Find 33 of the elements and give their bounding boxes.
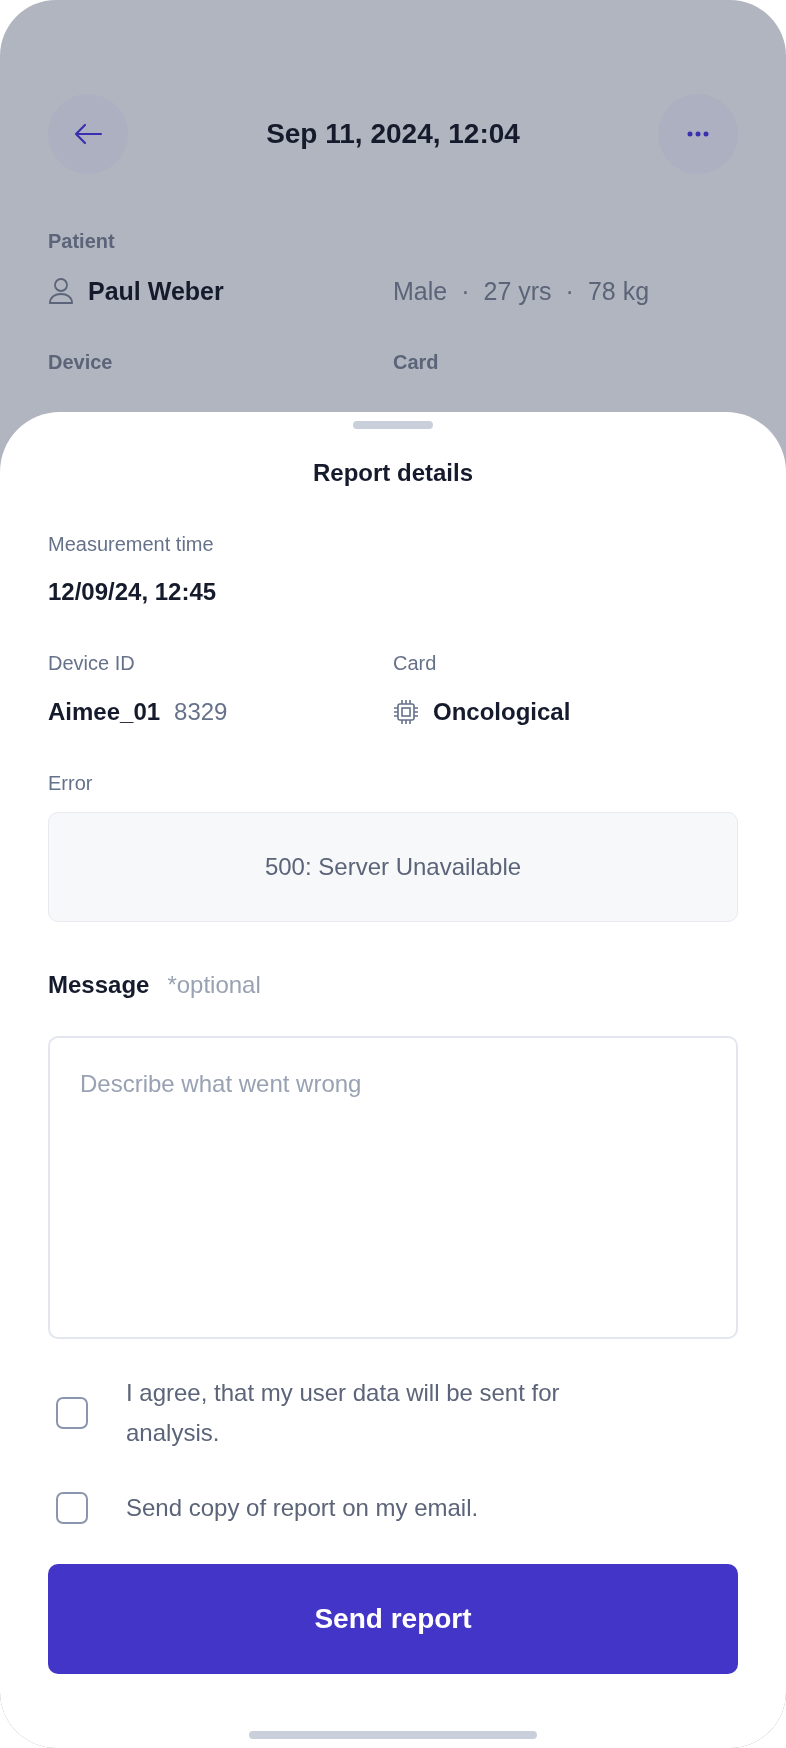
back-arrow-icon <box>73 122 103 146</box>
patient-detail: Male <box>393 276 448 306</box>
patient-name: Paul Weber <box>88 276 224 306</box>
card-name: Oncological <box>433 698 571 726</box>
send-report-button[interactable]: Send report <box>48 1564 738 1674</box>
chip-icon <box>393 699 419 725</box>
checkbox[interactable] <box>56 1397 88 1429</box>
field-label: Message <box>48 970 150 1000</box>
screen-title: Sep 11, 2024, 12:04 <box>266 118 520 150</box>
checkbox-label: I agree, that my user data will be sent for analysis. <box>126 1378 561 1448</box>
field-label: Patient <box>48 229 116 253</box>
field-label: Device <box>48 350 114 374</box>
field-label: Device ID <box>48 651 136 675</box>
device-id: 8329 <box>174 698 228 726</box>
drag-handle[interactable] <box>353 421 433 429</box>
error-message: 500: Server Unavailable <box>48 812 738 922</box>
checkbox-label: Send copy of report on my email. <box>126 1493 479 1523</box>
patient-detail: · <box>461 276 470 306</box>
patient-detail: 78 kg <box>587 276 650 306</box>
field-label: Measurement time <box>48 532 215 556</box>
optional-note: *optional <box>167 970 261 1000</box>
field-label: Card <box>393 651 438 675</box>
patient-detail: 27 yrs <box>483 276 552 306</box>
patient-detail: · <box>565 276 574 306</box>
more-icon <box>687 131 709 137</box>
field-label: Error <box>48 771 94 795</box>
field-label: Card <box>393 350 440 374</box>
sheet-title: Report details <box>313 458 473 488</box>
message-field[interactable]: Describe what went wrong <box>48 1036 738 1339</box>
device-name: Aimee_01 <box>48 698 161 726</box>
checkbox[interactable] <box>56 1492 88 1524</box>
person-icon <box>48 277 74 305</box>
measurement-time: 12/09/24, 12:45 <box>48 577 218 607</box>
